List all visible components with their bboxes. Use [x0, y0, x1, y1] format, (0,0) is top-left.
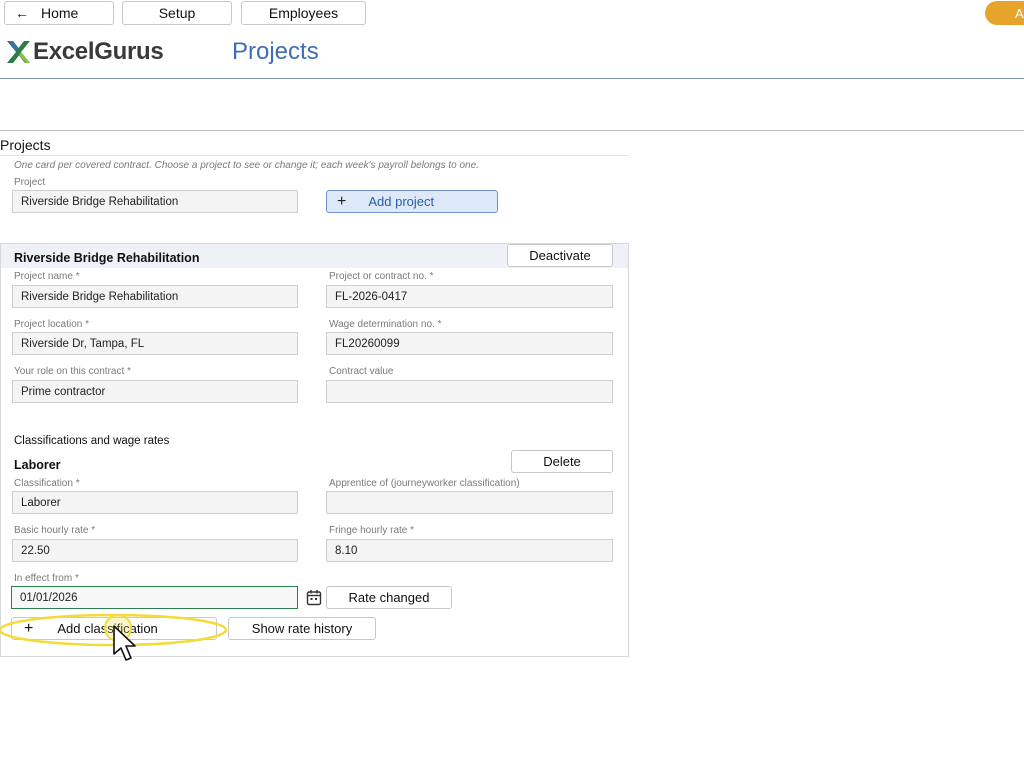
contract-value-label: Contract value — [329, 366, 394, 377]
add-project-button[interactable]: + Add project — [326, 190, 498, 213]
project-location-label: Project location * — [14, 319, 90, 330]
deactivate-label: Deactivate — [529, 248, 591, 263]
effect-date-field[interactable]: 01/01/2026 — [11, 586, 298, 609]
arrow-left-icon: ← — [15, 5, 29, 21]
section-title: Projects — [0, 137, 51, 153]
employees-button[interactable]: Employees — [241, 1, 366, 25]
header-divider — [0, 78, 1024, 79]
brand-logo: ExcelGurus — [5, 38, 164, 66]
delete-label: Delete — [543, 454, 581, 469]
section-hint: One card per covered contract. Choose a … — [14, 160, 479, 171]
contract-value-field[interactable] — [326, 380, 613, 403]
contract-no-label: Project or contract no. * — [329, 271, 434, 282]
classification-title: Laborer — [14, 458, 61, 472]
effect-date-label: In effect from * — [14, 573, 79, 584]
role-label: Your role on this contract * — [14, 366, 131, 377]
account-initial: A — [1015, 5, 1024, 21]
basic-rate-label: Basic hourly rate * — [14, 525, 96, 536]
home-button[interactable]: ← Home — [4, 1, 114, 25]
deactivate-button[interactable]: Deactivate — [507, 244, 613, 267]
mouse-pointer-icon — [113, 625, 136, 661]
setup-button[interactable]: Setup — [122, 1, 232, 25]
delete-classification-button[interactable]: Delete — [511, 450, 613, 473]
classifications-heading: Classifications and wage rates — [14, 435, 170, 447]
contract-no-field[interactable]: FL-2026-0417 — [326, 285, 613, 308]
project-select[interactable]: Riverside Bridge Rehabilitation — [12, 190, 298, 213]
wage-determination-label: Wage determination no. * — [329, 319, 442, 330]
brand-name: ExcelGurus — [33, 38, 164, 65]
page-title: Projects — [232, 38, 319, 65]
home-button-label: Home — [41, 5, 79, 21]
rate-changed-button[interactable]: Rate changed — [326, 586, 452, 609]
toolbar-divider — [0, 130, 1024, 131]
plus-icon: + — [337, 192, 347, 210]
excelgurus-x-icon — [7, 41, 30, 63]
rate-changed-label: Rate changed — [348, 590, 430, 605]
setup-button-label: Setup — [158, 5, 196, 21]
fringe-rate-field[interactable]: 8.10 — [326, 539, 613, 562]
account-button[interactable]: A — [985, 1, 1024, 25]
calendar-icon[interactable] — [306, 589, 322, 611]
card-title: Riverside Bridge Rehabilitation — [14, 251, 200, 265]
fringe-rate-label: Fringe hourly rate * — [329, 525, 415, 536]
show-rate-history-label: Show rate history — [251, 621, 353, 636]
role-select[interactable]: Prime contractor — [12, 380, 298, 403]
basic-rate-field[interactable]: 22.50 — [12, 539, 298, 562]
apprentice-field[interactable] — [326, 491, 613, 514]
project-location-field[interactable]: Riverside Dr, Tampa, FL — [12, 332, 298, 355]
employees-button-label: Employees — [268, 5, 339, 21]
add-project-label: Add project — [368, 194, 435, 209]
apprentice-label: Apprentice of (journeyworker classificat… — [329, 478, 520, 489]
show-rate-history-button[interactable]: Show rate history — [228, 617, 376, 640]
project-label: Project — [14, 177, 46, 188]
project-name-field[interactable]: Riverside Bridge Rehabilitation — [12, 285, 298, 308]
classification-label: Classification * — [14, 478, 80, 489]
wage-determination-field[interactable]: FL20260099 — [326, 332, 613, 355]
classification-field[interactable]: Laborer — [12, 491, 298, 514]
project-name-label: Project name * — [14, 271, 80, 282]
section-underline — [0, 155, 629, 156]
